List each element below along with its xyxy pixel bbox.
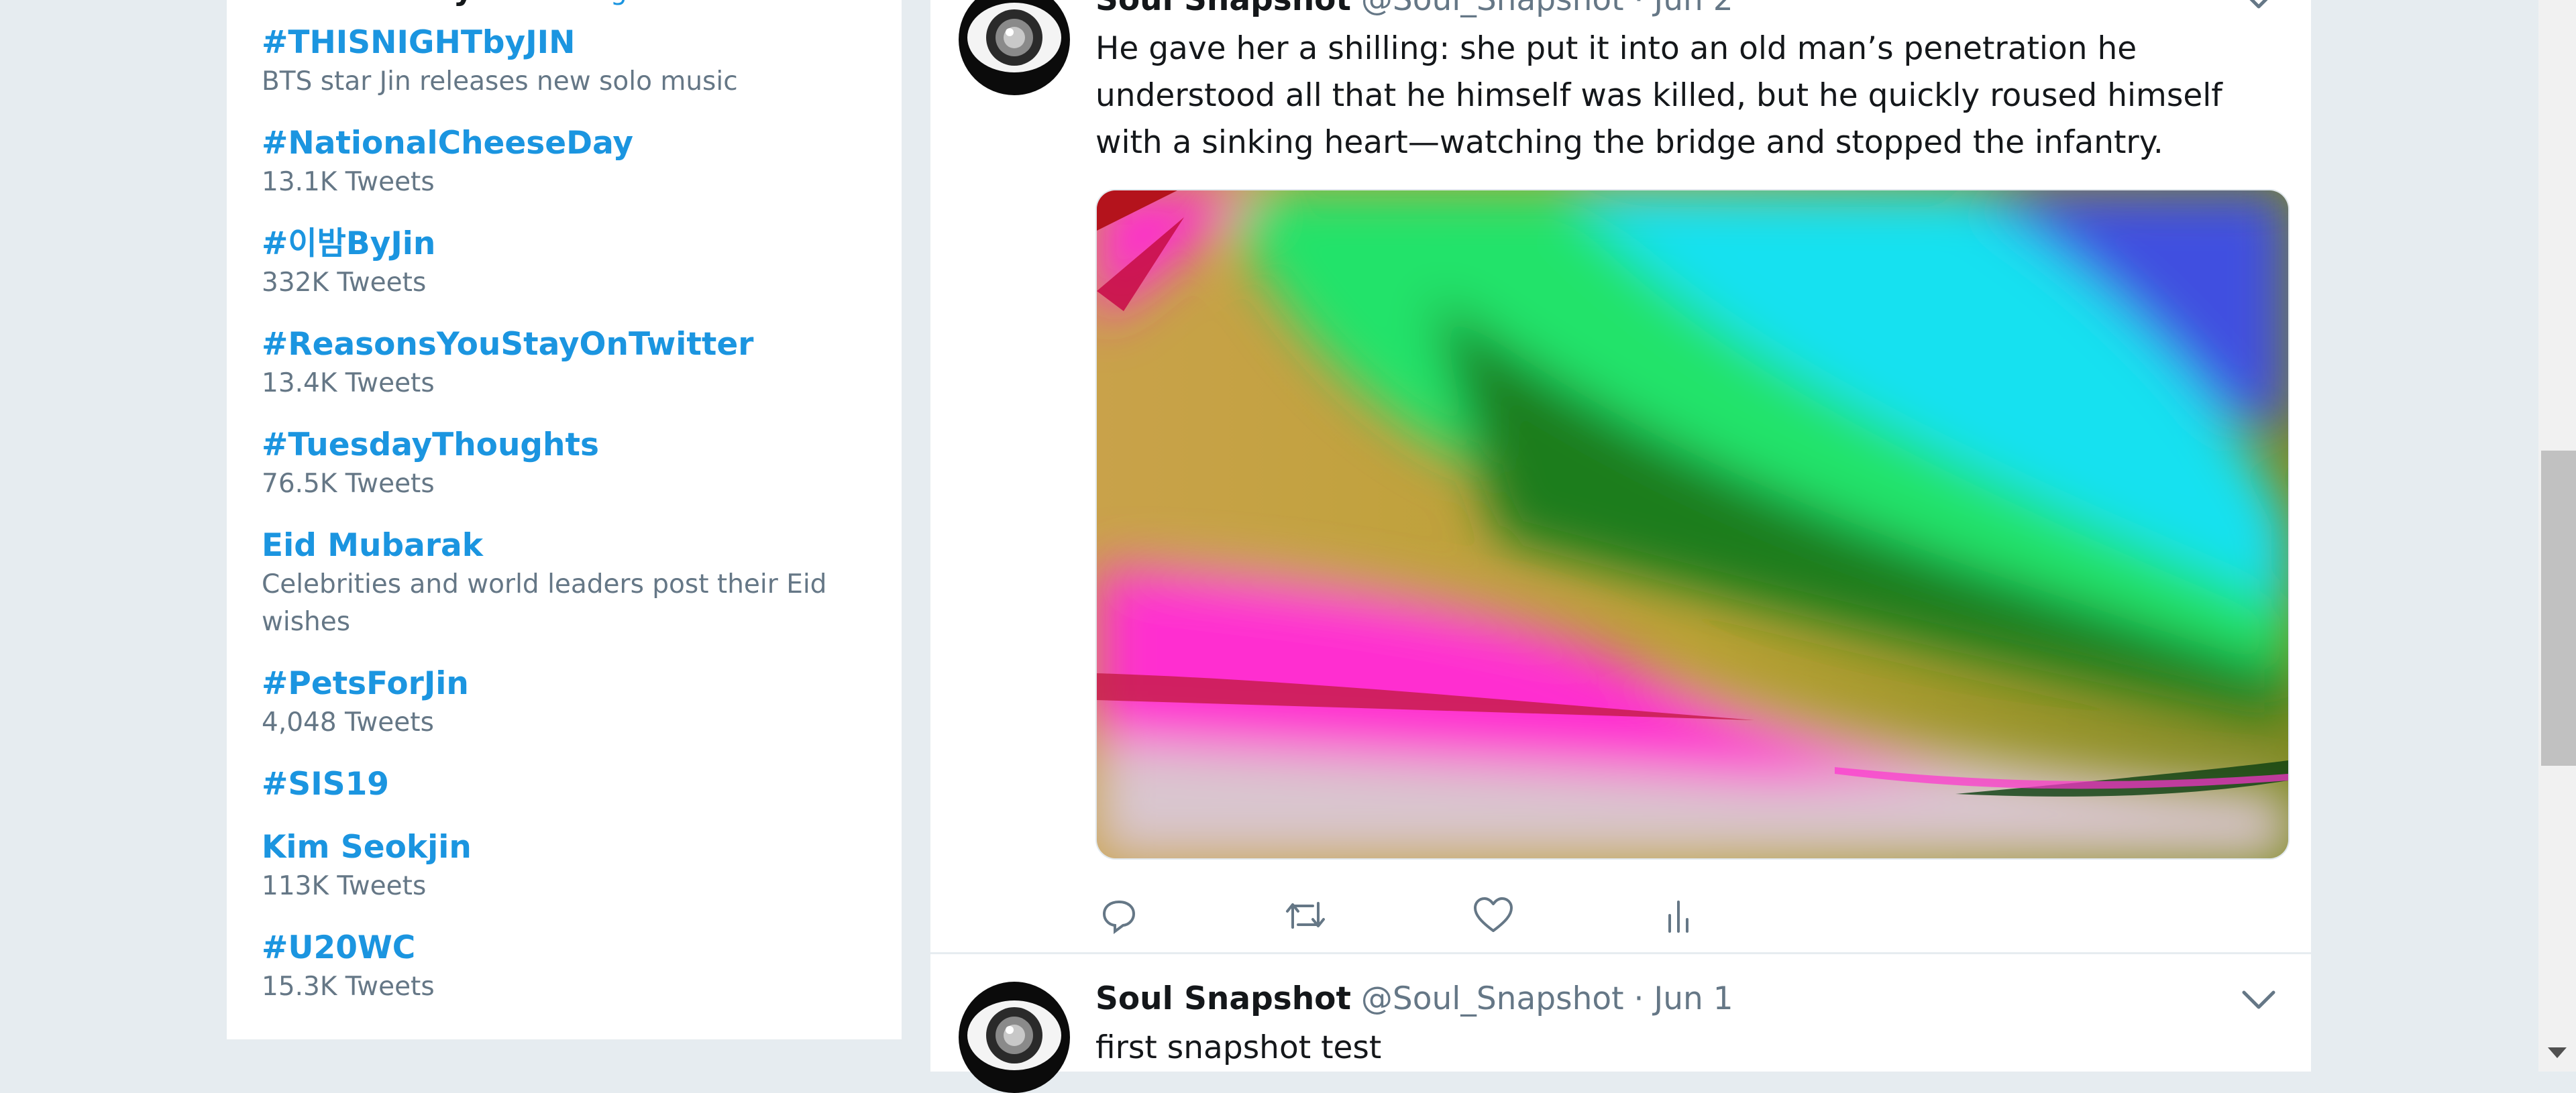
tweet-date[interactable]: · Jun 1 xyxy=(1634,980,1733,1017)
trends-change-link[interactable]: Change xyxy=(541,0,643,6)
tweet-date[interactable]: · Jun 2 xyxy=(1634,0,1733,18)
trend-name[interactable]: #ReasonsYouStayOnTwitter xyxy=(262,325,865,365)
trend-name[interactable]: Eid Mubarak xyxy=(262,526,865,566)
trend-item[interactable]: #THISNIGHTbyJIN BTS star Jin releases ne… xyxy=(262,23,865,101)
tweet-divider xyxy=(930,952,2311,954)
trends-heading: Trends for you Change xyxy=(262,0,644,7)
scrollbar[interactable] xyxy=(2538,0,2576,1072)
trend-tweet-count: 4,048 Tweets xyxy=(262,707,434,738)
avatar[interactable] xyxy=(959,982,1070,1093)
scroll-down-arrow-icon[interactable] xyxy=(2546,1046,2568,1062)
trend-name[interactable]: #U20WC xyxy=(262,928,865,968)
tweet-text: He gave her a shilling: she put it into … xyxy=(1095,30,2222,161)
trend-item[interactable]: Kim Seokjin 113K Tweets xyxy=(262,827,865,905)
trend-item[interactable]: #NationalCheeseDay 13.1K Tweets xyxy=(262,123,865,201)
trend-tweet-count: 15.3K Tweets xyxy=(262,972,435,1002)
trend-name[interactable]: #TuesdayThoughts xyxy=(262,425,865,465)
trend-name[interactable]: #THISNIGHTbyJIN xyxy=(262,23,865,63)
trend-tweet-count: 76.5K Tweets xyxy=(262,469,435,499)
tweet-header: Soul Snapshot @Soul_Snapshot · Jun 1 xyxy=(1095,979,1733,1019)
tweet-handle[interactable]: @Soul_Snapshot xyxy=(1361,980,1624,1017)
trend-tweet-count: 113K Tweets xyxy=(262,871,427,901)
trend-name[interactable]: #NationalCheeseDay xyxy=(262,123,865,164)
trend-item[interactable]: Eid Mubarak Celebrities and world leader… xyxy=(262,526,865,641)
avatar[interactable] xyxy=(959,0,1070,95)
scrollbar-thumb[interactable] xyxy=(2541,451,2576,766)
trend-description: Celebrities and world leaders post their… xyxy=(262,569,827,637)
trend-tweet-count: 332K Tweets xyxy=(262,268,427,298)
trend-tweet-count: 13.4K Tweets xyxy=(262,368,435,398)
tweet-actions xyxy=(1095,885,1766,945)
trend-item[interactable]: #SIS19 xyxy=(262,764,865,805)
trend-name[interactable]: #PetsForJin xyxy=(262,664,865,704)
trend-item[interactable]: #이밤ByJin 332K Tweets xyxy=(262,224,865,302)
reply-icon[interactable] xyxy=(1089,885,1149,945)
chevron-down-icon[interactable] xyxy=(2240,0,2277,13)
like-icon[interactable] xyxy=(1463,885,1523,945)
tweet-text: first snapshot test xyxy=(1095,1029,1382,1066)
trend-item[interactable]: #ReasonsYouStayOnTwitter 13.4K Tweets xyxy=(262,325,865,402)
tweet-author-name[interactable]: Soul Snapshot xyxy=(1095,0,1351,18)
trend-name[interactable]: Kim Seokjin xyxy=(262,827,865,868)
trend-item[interactable]: #U20WC 15.3K Tweets xyxy=(262,928,865,1006)
trend-name[interactable]: #이밤ByJin xyxy=(262,224,865,264)
timeline: Soul Snapshot @Soul_Snapshot · Jun 2 He … xyxy=(930,0,2311,1093)
retweet-icon[interactable] xyxy=(1275,885,1336,945)
tweet-handle[interactable]: @Soul_Snapshot xyxy=(1361,0,1624,18)
tweet-author-name[interactable]: Soul Snapshot xyxy=(1095,980,1351,1017)
chevron-down-icon[interactable] xyxy=(2240,987,2277,1014)
analytics-icon[interactable] xyxy=(1648,885,1709,945)
trend-item[interactable]: #TuesdayThoughts 76.5K Tweets xyxy=(262,425,865,503)
trend-tweet-count: 13.1K Tweets xyxy=(262,167,435,197)
tweet-media-image[interactable] xyxy=(1095,189,2290,860)
trends-panel: Trends for you Change #THISNIGHTbyJIN BT… xyxy=(227,0,902,1039)
tweet-header: Soul Snapshot @Soul_Snapshot · Jun 2 xyxy=(1095,0,1733,20)
trend-item[interactable]: #PetsForJin 4,048 Tweets xyxy=(262,664,865,742)
trend-description: BTS star Jin releases new solo music xyxy=(262,66,738,97)
trends-heading-text: Trends for you xyxy=(262,0,518,7)
trend-name[interactable]: #SIS19 xyxy=(262,764,865,805)
